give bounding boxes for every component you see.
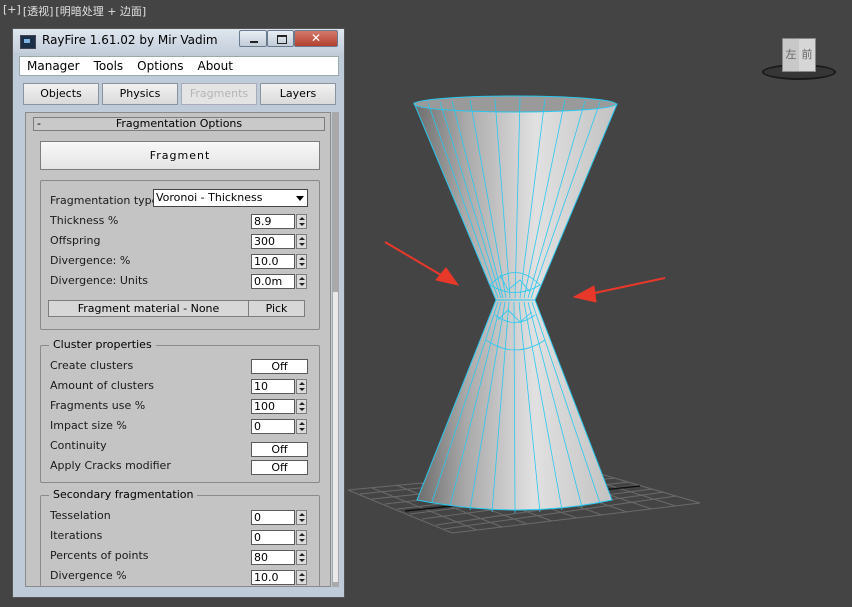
maximize-button[interactable] (267, 30, 294, 47)
viewcube-cube[interactable]: 左 前 (782, 38, 816, 72)
fragmentation-type-dropdown[interactable]: Voronoi - Thickness (153, 189, 308, 207)
collapse-icon[interactable]: - (37, 118, 41, 130)
tab-layers[interactable]: Layers (260, 83, 336, 105)
divergence-pct-label: Divergence: % (50, 254, 131, 267)
tesselation-label: Tesselation (50, 509, 111, 522)
spinner-arrows-icon[interactable] (296, 550, 307, 565)
thickness-spinner[interactable]: 8.9 (251, 214, 308, 229)
rollout-fragmentation-options[interactable]: - Fragmentation Options (33, 117, 325, 131)
spinner-arrows-icon[interactable] (296, 254, 307, 269)
iterations-label: Iterations (50, 529, 103, 542)
offspring-label: Offspring (50, 234, 101, 247)
iterations-input[interactable]: 0 (251, 530, 295, 545)
panel-scrollbar[interactable] (332, 112, 339, 587)
fragmentation-type-label: Fragmentation type (50, 194, 159, 207)
spinner-arrows-icon[interactable] (296, 379, 307, 394)
fragments-use-spinner[interactable]: 100 (251, 399, 308, 414)
fragments-panel: - Fragmentation Options Fragment Fragmen… (25, 112, 331, 587)
tesselation-spinner[interactable]: 0 (251, 510, 308, 525)
amount-clusters-spinner[interactable]: 10 (251, 379, 308, 394)
divergence-pct-input[interactable]: 10.0 (251, 254, 295, 269)
annotation-arrow-left (384, 241, 460, 286)
spinner-arrows-icon[interactable] (296, 419, 307, 434)
apply-cracks-label: Apply Cracks modifier (50, 459, 171, 472)
secondary-divergence-input[interactable]: 10.0 (251, 570, 295, 585)
iterations-spinner[interactable]: 0 (251, 530, 308, 545)
fragment-material-button[interactable]: Fragment material - None (48, 300, 249, 317)
fragments-use-label: Fragments use % (50, 399, 146, 412)
impact-size-spinner[interactable]: 0 (251, 419, 308, 434)
secondary-fragmentation-group: Secondary fragmentation Tesselation 0 It… (40, 488, 320, 586)
close-button[interactable]: ✕ (294, 30, 338, 47)
spinner-arrows-icon[interactable] (296, 570, 307, 585)
secondary-divergence-spinner[interactable]: 10.0 (251, 570, 308, 585)
annotation-arrow-right (572, 277, 666, 303)
minimize-button[interactable] (239, 30, 267, 47)
cluster-properties-title: Cluster properties (49, 338, 156, 352)
offspring-input[interactable]: 300 (251, 234, 295, 249)
chevron-down-icon (296, 196, 304, 201)
create-clusters-label: Create clusters (50, 359, 134, 372)
tab-physics[interactable]: Physics (102, 83, 178, 105)
fragments-use-input[interactable]: 100 (251, 399, 295, 414)
tab-fragments[interactable]: Fragments (181, 83, 257, 105)
menu-tools[interactable]: Tools (87, 57, 131, 75)
spinner-arrows-icon[interactable] (296, 399, 307, 414)
pick-button[interactable]: Pick (248, 300, 305, 317)
thickness-label: Thickness % (50, 214, 119, 227)
menu-options[interactable]: Options (130, 57, 190, 75)
rayfire-window: RayFire 1.61.02 by Mir Vadim ✕ Manager T… (12, 28, 345, 598)
continuity-toggle[interactable]: Off (251, 442, 308, 457)
secondary-fragmentation-title: Secondary fragmentation (49, 488, 198, 502)
apply-cracks-toggle[interactable]: Off (251, 460, 308, 475)
spinner-arrows-icon[interactable] (296, 274, 307, 289)
create-clusters-toggle[interactable]: Off (251, 359, 308, 374)
impact-size-label: Impact size % (50, 419, 127, 432)
scrollbar-thumb[interactable] (333, 292, 338, 582)
secondary-divergence-label: Divergence % (50, 569, 127, 582)
window-title: RayFire 1.61.02 by Mir Vadim (42, 33, 218, 47)
amount-clusters-label: Amount of clusters (50, 379, 154, 392)
menu-about[interactable]: About (190, 57, 239, 75)
divergence-units-spinner[interactable]: 0.0m (251, 274, 308, 289)
offspring-spinner[interactable]: 300 (251, 234, 308, 249)
window-titlebar[interactable]: RayFire 1.61.02 by Mir Vadim ✕ (13, 29, 344, 53)
app-icon (20, 35, 36, 49)
percents-points-input[interactable]: 80 (251, 550, 295, 565)
menubar: Manager Tools Options About (19, 56, 339, 76)
divergence-pct-spinner[interactable]: 10.0 (251, 254, 308, 269)
tab-bar: Objects Physics Fragments Layers (23, 83, 341, 107)
spinner-arrows-icon[interactable] (296, 530, 307, 545)
tesselation-input[interactable]: 0 (251, 510, 295, 525)
spinner-arrows-icon[interactable] (296, 510, 307, 525)
divergence-units-label: Divergence: Units (50, 274, 148, 287)
percents-points-label: Percents of points (50, 549, 149, 562)
amount-clusters-input[interactable]: 10 (251, 379, 295, 394)
divergence-units-input[interactable]: 0.0m (251, 274, 295, 289)
tab-objects[interactable]: Objects (23, 83, 99, 105)
viewcube-face-left[interactable]: 左 (783, 39, 799, 71)
viewcube-face-front[interactable]: 前 (799, 39, 815, 71)
viewcube[interactable]: 左 前 (762, 38, 836, 80)
fragmentation-type-value: Voronoi - Thickness (156, 191, 263, 204)
continuity-label: Continuity (50, 439, 107, 452)
thickness-input[interactable]: 8.9 (251, 214, 295, 229)
spinner-arrows-icon[interactable] (296, 234, 307, 249)
fragment-button[interactable]: Fragment (40, 141, 320, 170)
impact-size-input[interactable]: 0 (251, 419, 295, 434)
menu-manager[interactable]: Manager (20, 57, 87, 75)
percents-points-spinner[interactable]: 80 (251, 550, 308, 565)
rollout-title: Fragmentation Options (115, 117, 243, 130)
spinner-arrows-icon[interactable] (296, 214, 307, 229)
cluster-properties-group: Cluster properties Create clusters Off A… (40, 338, 320, 483)
fragmentation-settings-group: Fragmentation type Voronoi - Thickness T… (40, 180, 320, 330)
